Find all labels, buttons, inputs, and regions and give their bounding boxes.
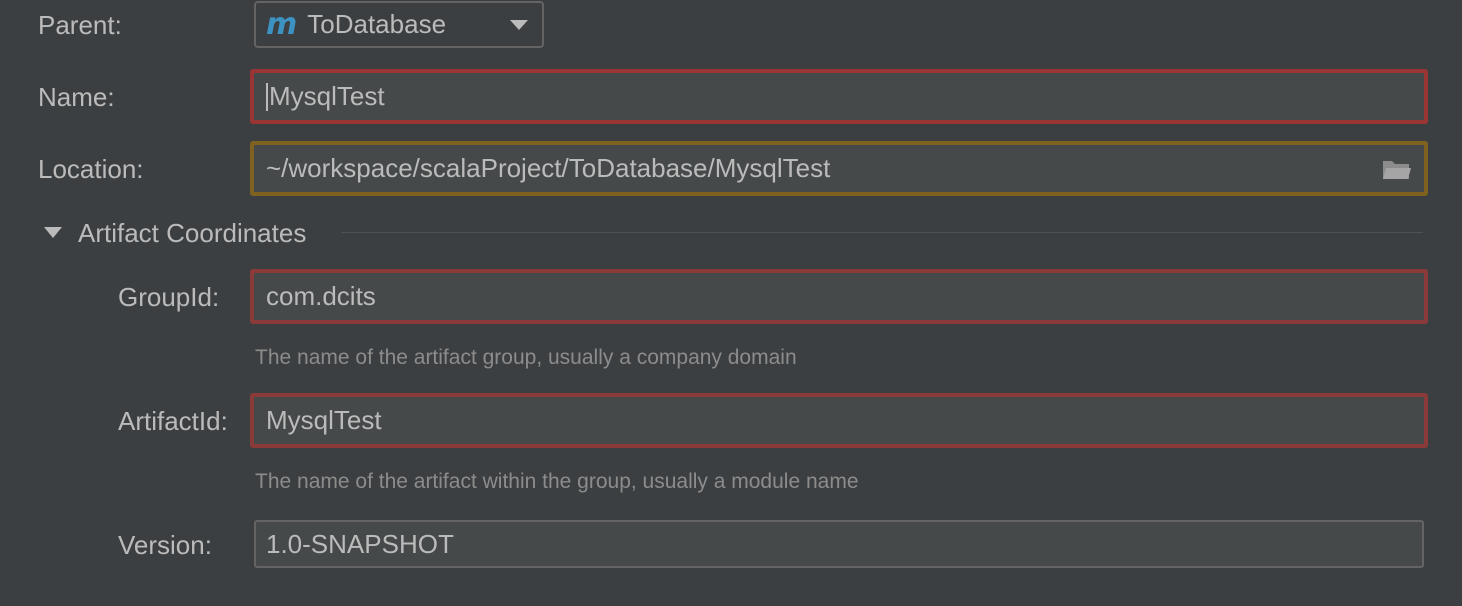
text-caret	[266, 82, 268, 111]
parent-dropdown[interactable]: m ToDatabase	[254, 1, 544, 48]
location-input[interactable]: ~/workspace/scalaProject/ToDatabase/Mysq…	[250, 141, 1428, 196]
location-label: Location:	[38, 154, 144, 184]
version-label: Version:	[118, 530, 212, 560]
parent-value: ToDatabase	[307, 9, 447, 39]
chevron-down-icon	[510, 20, 528, 30]
groupid-value: com.dcits	[266, 281, 376, 311]
folder-icon[interactable]	[1382, 158, 1412, 180]
groupid-input[interactable]: com.dcits	[250, 269, 1428, 324]
name-value: MysqlTest	[269, 81, 385, 111]
artifact-coordinates-title[interactable]: Artifact Coordinates	[78, 218, 306, 248]
maven-module-icon: m	[266, 6, 298, 42]
artifactid-value: MysqlTest	[266, 405, 382, 435]
collapse-toggle-icon[interactable]	[44, 227, 62, 238]
groupid-label: GroupId:	[118, 282, 220, 312]
section-divider	[341, 232, 1423, 233]
version-input[interactable]: 1.0-SNAPSHOT	[254, 520, 1424, 568]
artifactid-hint: The name of the artifact within the grou…	[255, 470, 859, 493]
artifactid-input[interactable]: MysqlTest	[250, 393, 1428, 448]
name-input[interactable]: MysqlTest	[250, 69, 1428, 124]
version-value: 1.0-SNAPSHOT	[266, 528, 454, 559]
groupid-hint: The name of the artifact group, usually …	[255, 346, 797, 369]
location-value: ~/workspace/scalaProject/ToDatabase/Mysq…	[266, 153, 831, 183]
parent-label: Parent:	[38, 10, 122, 40]
name-label: Name:	[38, 82, 115, 112]
artifactid-label: ArtifactId:	[118, 406, 228, 436]
